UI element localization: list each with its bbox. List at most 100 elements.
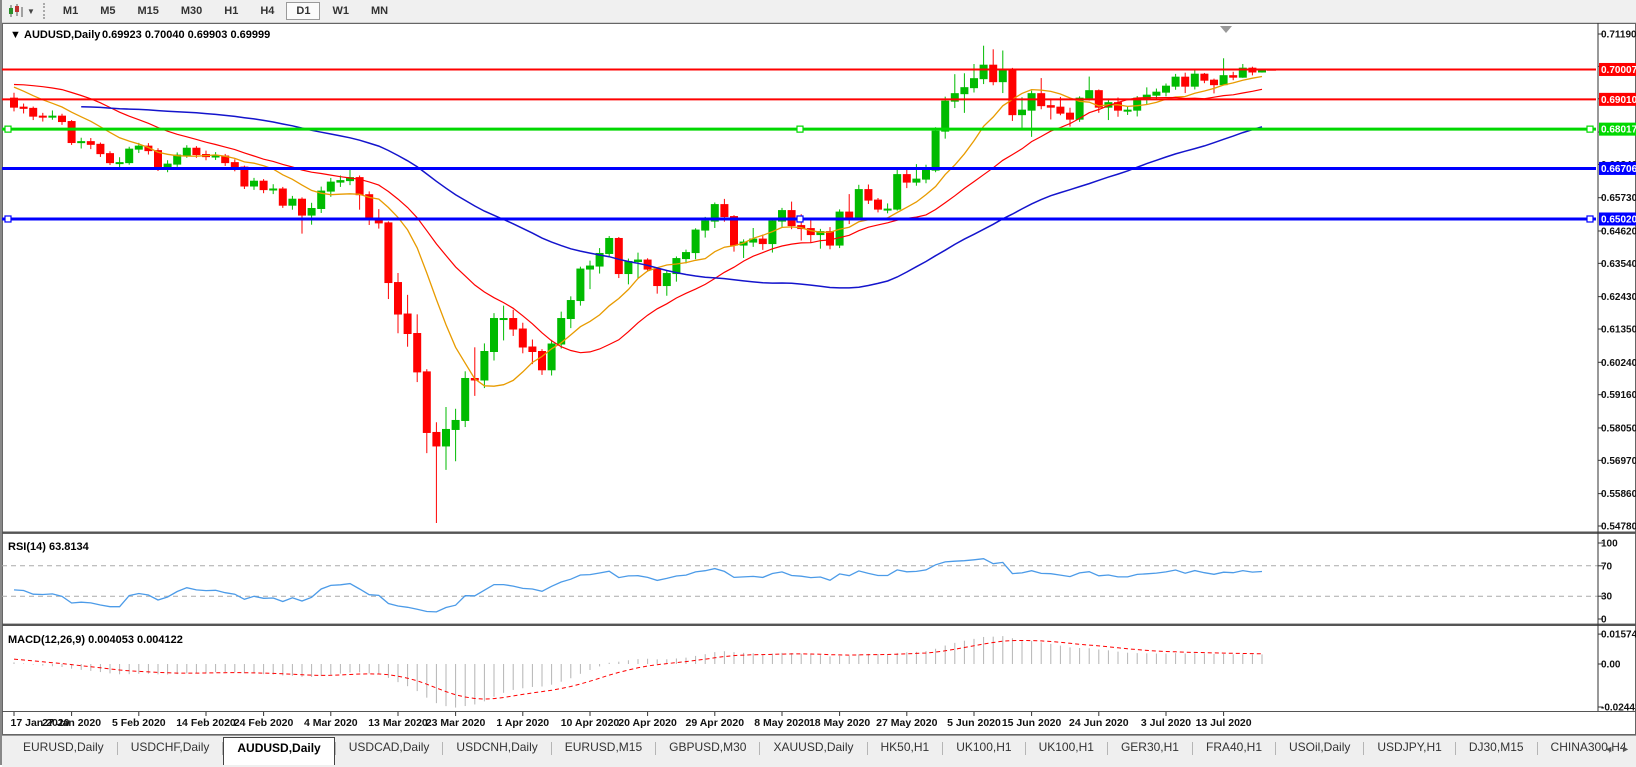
candle-body: [97, 144, 104, 153]
candle-body: [20, 107, 27, 108]
date-axis-label: 27 May 2020: [876, 717, 937, 729]
tab-FRA40-H1[interactable]: FRA40,H1: [1193, 736, 1275, 760]
timeframe-button-m30[interactable]: M30: [171, 2, 212, 20]
date-axis-label: 13 Mar 2020: [368, 717, 428, 729]
rsi-axis-label: 0: [1601, 615, 1607, 626]
tab-USDCAD-Daily[interactable]: USDCAD,Daily: [336, 736, 443, 760]
candle-body: [702, 221, 709, 230]
price-line-label: 0.66706: [1601, 164, 1636, 175]
tab-scroll-left-icon[interactable]: ◄: [1604, 744, 1613, 754]
pane-splitter-rsi[interactable]: [2, 532, 1636, 534]
timeframe-button-m15[interactable]: M15: [127, 2, 168, 20]
chart-ohlc-values: 0.69923 0.70040 0.69903 0.69999: [102, 29, 270, 41]
tab-EURUSD-Daily[interactable]: EURUSD,Daily: [10, 736, 117, 760]
candle-body: [423, 372, 430, 433]
date-axis-label: 24 Jun 2020: [1069, 717, 1129, 729]
date-axis-label: 8 May 2020: [754, 717, 810, 729]
price-axis-label: 0.63540: [1601, 259, 1636, 270]
chart-tabs: EURUSD,DailyUSDCHF,DailyAUDUSD,DailyUSDC…: [2, 736, 1636, 767]
tab-UK100-H1[interactable]: UK100,H1: [943, 736, 1024, 760]
candle-body: [1009, 70, 1016, 115]
candle-body: [1191, 74, 1198, 86]
tab-USDCNH-Daily[interactable]: USDCNH,Daily: [443, 736, 550, 760]
candle-body: [721, 205, 728, 217]
candle-body: [289, 199, 296, 205]
tab-GER30-H1[interactable]: GER30,H1: [1108, 736, 1192, 760]
line-handle[interactable]: [5, 126, 11, 132]
tab-HK50-H1[interactable]: HK50,H1: [868, 736, 943, 760]
candle-body: [654, 269, 661, 285]
tab-GBPUSD-M30[interactable]: GBPUSD,M30: [656, 736, 759, 760]
candle-body: [327, 182, 334, 191]
chart-type-icon[interactable]: [6, 2, 26, 20]
candle-body: [1201, 74, 1208, 80]
chart-area[interactable]: 0.711900.701100.690300.679200.668400.657…: [2, 23, 1636, 735]
candle-body: [251, 181, 258, 186]
candle-body: [529, 347, 536, 351]
date-axis-label: 18 May 2020: [809, 717, 870, 729]
candle-body: [1211, 80, 1218, 84]
tab-XAUUSD-Daily[interactable]: XAUUSD,Daily: [760, 736, 866, 760]
chevron-down-icon[interactable]: ▼: [27, 7, 35, 16]
date-axis-label: 3 Jul 2020: [1141, 717, 1191, 729]
date-axis-label: 4 Mar 2020: [304, 717, 358, 729]
candle-body: [683, 253, 690, 259]
candle-body: [1182, 77, 1189, 86]
date-axis-label: 10 Apr 2020: [561, 717, 620, 729]
candle-body: [1153, 92, 1160, 95]
date-axis-label: 27 Jan 2020: [42, 717, 101, 729]
candle-body: [1047, 106, 1054, 107]
date-axis-label: 13 Jul 2020: [1196, 717, 1252, 729]
candle-body: [1230, 76, 1237, 77]
candle-body: [1019, 110, 1026, 114]
candle-body: [49, 116, 56, 117]
candle-body: [865, 190, 872, 200]
pane-splitter-macd[interactable]: [2, 624, 1636, 626]
symbol-dropdown-icon[interactable]: ▼: [10, 29, 21, 41]
candle-body: [241, 167, 248, 186]
timeframe-button-d1[interactable]: D1: [286, 2, 320, 20]
candle-body: [1172, 77, 1179, 86]
timeframe-button-mn[interactable]: MN: [361, 2, 398, 20]
candle-body: [107, 154, 114, 163]
candle-body: [116, 163, 123, 164]
line-handle[interactable]: [1587, 216, 1593, 222]
candle-body: [68, 122, 75, 143]
timeframe-button-w1[interactable]: W1: [322, 2, 359, 20]
candle-body: [855, 190, 862, 220]
tab-EURUSD-M15[interactable]: EURUSD,M15: [552, 736, 655, 760]
tab-DJ30-M15[interactable]: DJ30,M15: [1456, 736, 1537, 760]
mt4-window: ▼ M1M5M15M30H1H4D1W1MN 0.711900.701100.6…: [0, 0, 1636, 765]
candlestick-glyph: [8, 4, 24, 18]
tab-USDJPY-H1[interactable]: USDJPY,H1: [1364, 736, 1454, 760]
line-handle[interactable]: [1587, 126, 1593, 132]
candle-body: [827, 232, 834, 245]
tab-scroll-arrows: ◄ ►: [1604, 744, 1630, 754]
timeframe-button-h1[interactable]: H1: [214, 2, 248, 20]
candle-body: [30, 108, 37, 116]
candle-body: [1086, 91, 1093, 98]
candle-body: [577, 269, 584, 300]
candle-body: [260, 181, 267, 189]
line-handle[interactable]: [797, 216, 803, 222]
rsi-axis-label: 100: [1601, 539, 1618, 550]
timeframe-button-m1[interactable]: M1: [53, 2, 88, 20]
tab-UK100-H1[interactable]: UK100,H1: [1026, 736, 1107, 760]
line-handle[interactable]: [5, 216, 11, 222]
candle-body: [270, 189, 277, 190]
candle-body: [961, 88, 968, 94]
candle-body: [87, 142, 94, 145]
candle-body: [567, 301, 574, 319]
candle-body: [510, 319, 517, 329]
candle-body: [1057, 107, 1064, 113]
tab-scroll-right-icon[interactable]: ►: [1621, 744, 1630, 754]
tab-AUDUSD-Daily[interactable]: AUDUSD,Daily: [223, 737, 334, 765]
tab-USOil-Daily[interactable]: USOil,Daily: [1276, 736, 1363, 760]
price-axis-label: 0.71190: [1601, 30, 1636, 41]
line-handle[interactable]: [797, 126, 803, 132]
candle-body: [452, 420, 459, 429]
timeframe-button-h4[interactable]: H4: [250, 2, 284, 20]
candle-body: [462, 378, 469, 420]
timeframe-button-m5[interactable]: M5: [90, 2, 125, 20]
tab-USDCHF-Daily[interactable]: USDCHF,Daily: [118, 736, 223, 760]
